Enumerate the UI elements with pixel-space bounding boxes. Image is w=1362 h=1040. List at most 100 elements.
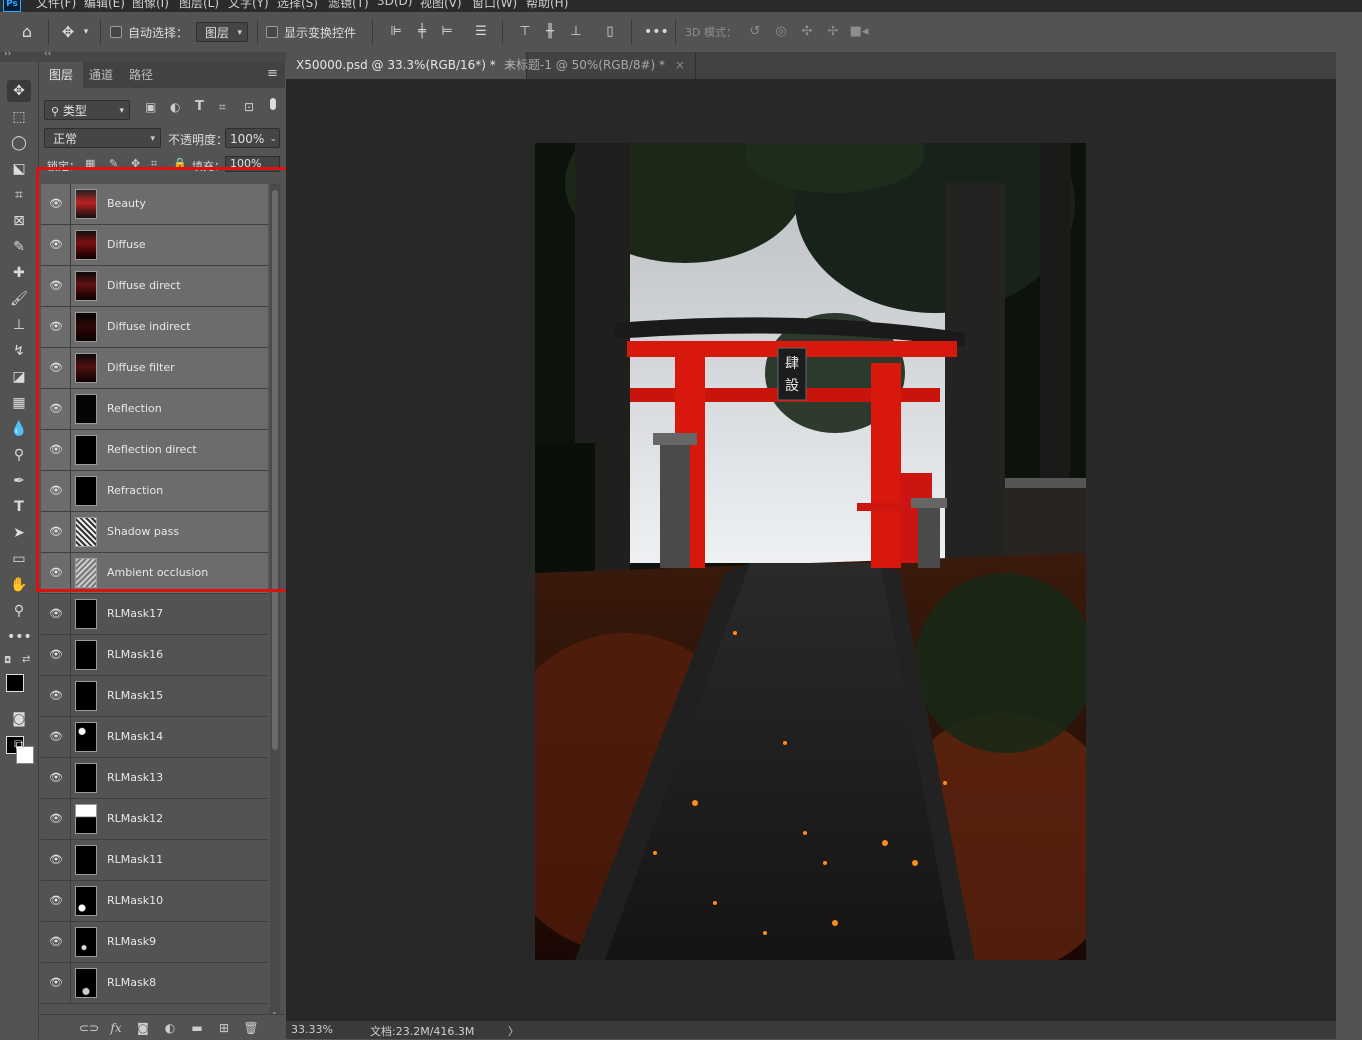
visibility-eye-icon[interactable]: 👁: [47, 635, 65, 675]
layer-row[interactable]: 👁 RLMask9: [41, 922, 268, 963]
visibility-eye-icon[interactable]: 👁: [47, 922, 65, 962]
3d-camera-icon[interactable]: ■◂: [849, 22, 869, 42]
visibility-eye-icon[interactable]: 👁: [47, 676, 65, 716]
eyedropper-tool-icon[interactable]: ✎: [7, 236, 31, 258]
panel-menu-icon[interactable]: ≡: [267, 66, 278, 81]
move-tool-icon[interactable]: ✥: [58, 22, 78, 42]
photoshop-logo-icon[interactable]: Ps: [3, 0, 21, 12]
align-right-icon[interactable]: ⊨: [437, 22, 457, 42]
filter-adjustment-icon[interactable]: ◐: [170, 100, 180, 114]
align-hcenter-icon[interactable]: ╪: [412, 22, 432, 42]
distribute-vertical-icon[interactable]: ▯: [600, 22, 620, 42]
marquee-tool-icon[interactable]: ⬚: [7, 106, 31, 128]
layer-filter-dropdown[interactable]: ⚲ 类型 ▾: [44, 100, 130, 120]
dodge-tool-icon[interactable]: ⚲: [7, 444, 31, 466]
type-tool-icon[interactable]: T: [7, 496, 31, 518]
3d-orbit-icon[interactable]: ↺: [745, 22, 765, 42]
document-canvas-image[interactable]: 肆 設: [535, 143, 1086, 960]
more-options-icon[interactable]: •••: [644, 22, 669, 42]
align-vcenter-icon[interactable]: ╫: [540, 22, 560, 42]
layer-row[interactable]: 👁 RLMask14: [41, 717, 268, 758]
auto-select-dropdown[interactable]: 图层 ▾: [196, 22, 248, 42]
visibility-eye-icon[interactable]: 👁: [47, 881, 65, 921]
blur-tool-icon[interactable]: 💧: [7, 418, 31, 440]
visibility-eye-icon[interactable]: 👁: [47, 840, 65, 880]
layer-row[interactable]: 👁 RLMask13: [41, 758, 268, 799]
visibility-eye-icon[interactable]: 👁: [47, 594, 65, 634]
crop-tool-icon[interactable]: ⌗: [7, 184, 31, 206]
healing-brush-icon[interactable]: ✚: [7, 262, 31, 284]
home-icon[interactable]: ⌂: [17, 22, 37, 42]
visibility-eye-icon[interactable]: 👁: [47, 963, 65, 1003]
filter-pixel-icon[interactable]: ▣: [145, 100, 156, 114]
swap-colors-icon[interactable]: ⇄: [22, 654, 30, 665]
history-brush-icon[interactable]: ↯: [7, 340, 31, 362]
show-transform-checkbox[interactable]: 显示变换控件: [266, 12, 356, 52]
visibility-eye-icon[interactable]: 👁: [47, 758, 65, 798]
tab-layers[interactable]: 图层: [39, 62, 84, 88]
fx-icon[interactable]: fx: [107, 1019, 125, 1037]
blend-mode-dropdown[interactable]: 正常 ▾: [44, 128, 161, 148]
path-select-icon[interactable]: ➤: [7, 522, 31, 544]
layer-row[interactable]: 👁 RLMask16: [41, 635, 268, 676]
layer-row[interactable]: 👁 RLMask10: [41, 881, 268, 922]
zoom-tool-icon[interactable]: ⚲: [7, 600, 31, 622]
menu-3d[interactable]: 3D(D): [377, 0, 412, 8]
edit-toolbar-icon[interactable]: •••: [7, 626, 32, 648]
clone-stamp-icon[interactable]: ⊥: [7, 314, 31, 336]
new-layer-icon[interactable]: ⊞: [215, 1019, 233, 1037]
checkbox-icon[interactable]: [266, 26, 278, 38]
menu-layer[interactable]: 图层(L): [179, 0, 219, 11]
menu-image[interactable]: 图像(I): [132, 0, 169, 11]
menu-help[interactable]: 帮助(H): [526, 0, 568, 11]
menu-select[interactable]: 选择(S): [277, 0, 318, 11]
menu-window[interactable]: 窗口(W): [472, 0, 517, 11]
frame-tool-icon[interactable]: ⊠: [7, 210, 31, 232]
default-colors-icon[interactable]: ◘: [4, 656, 11, 666]
rectangle-tool-icon[interactable]: ▭: [7, 548, 31, 570]
adjustment-layer-icon[interactable]: ◐: [161, 1019, 179, 1037]
3d-roll-icon[interactable]: ◎: [771, 22, 791, 42]
gradient-tool-icon[interactable]: ▦: [7, 392, 31, 414]
align-top-icon[interactable]: ⊤: [515, 22, 535, 42]
menu-type[interactable]: 文字(Y): [228, 0, 269, 11]
eraser-tool-icon[interactable]: ◪: [7, 366, 31, 388]
visibility-eye-icon[interactable]: 👁: [47, 717, 65, 757]
hand-tool-icon[interactable]: ✋: [7, 574, 31, 596]
layer-row[interactable]: 👁 RLMask12: [41, 799, 268, 840]
3d-pan-icon[interactable]: ✣: [797, 22, 817, 42]
collapse-panel-icon[interactable]: ‹‹: [44, 49, 51, 59]
distribute-icon[interactable]: ☰: [471, 22, 491, 42]
chevron-down-icon[interactable]: ▾: [80, 22, 92, 42]
tab-channels[interactable]: 通道: [79, 62, 123, 88]
filter-smartobject-icon[interactable]: ⊡: [244, 100, 254, 114]
align-left-icon[interactable]: ⊫: [386, 22, 406, 42]
auto-select-checkbox[interactable]: 自动选择：: [110, 12, 188, 52]
3d-slide-icon[interactable]: ✢: [823, 22, 843, 42]
move-tool-icon[interactable]: ✥: [7, 80, 31, 102]
object-select-tool-icon[interactable]: ⬕: [7, 158, 31, 180]
layer-row[interactable]: 👁 RLMask15: [41, 676, 268, 717]
checkbox-icon[interactable]: [110, 26, 122, 38]
lasso-tool-icon[interactable]: ◯: [7, 132, 31, 154]
brush-tool-icon[interactable]: 🖌: [7, 288, 31, 310]
layer-row[interactable]: 👁 RLMask11: [41, 840, 268, 881]
menu-view[interactable]: 视图(V): [420, 0, 462, 11]
zoom-level[interactable]: 33.33%: [291, 1023, 333, 1036]
align-bottom-icon[interactable]: ⊥: [566, 22, 586, 42]
menu-file[interactable]: 文件(F): [36, 0, 76, 11]
filter-shape-icon[interactable]: ⌗: [219, 100, 226, 115]
link-layers-icon[interactable]: ⊂⊃: [79, 1019, 99, 1037]
status-menu-arrow-icon[interactable]: 〉: [508, 1023, 519, 1039]
opacity-input[interactable]: 100% ⌄: [225, 128, 280, 148]
close-icon[interactable]: ×: [675, 58, 685, 72]
layer-row[interactable]: 👁 RLMask8: [41, 963, 268, 1004]
filter-type-icon[interactable]: T: [195, 99, 204, 114]
menu-filter[interactable]: 滤镜(T): [328, 0, 369, 11]
layer-row[interactable]: 👁 RLMask17: [41, 594, 268, 635]
tab-document-x50000[interactable]: X50000.psd @ 33.3%(RGB/16*) * ×: [286, 52, 527, 79]
screen-mode-icon[interactable]: ⧉: [7, 734, 31, 756]
visibility-eye-icon[interactable]: 👁: [47, 799, 65, 839]
delete-layer-icon[interactable]: 🗑: [242, 1019, 260, 1037]
tab-document-untitled[interactable]: 未标题-1 @ 50%(RGB/8#) * ×: [494, 52, 696, 79]
